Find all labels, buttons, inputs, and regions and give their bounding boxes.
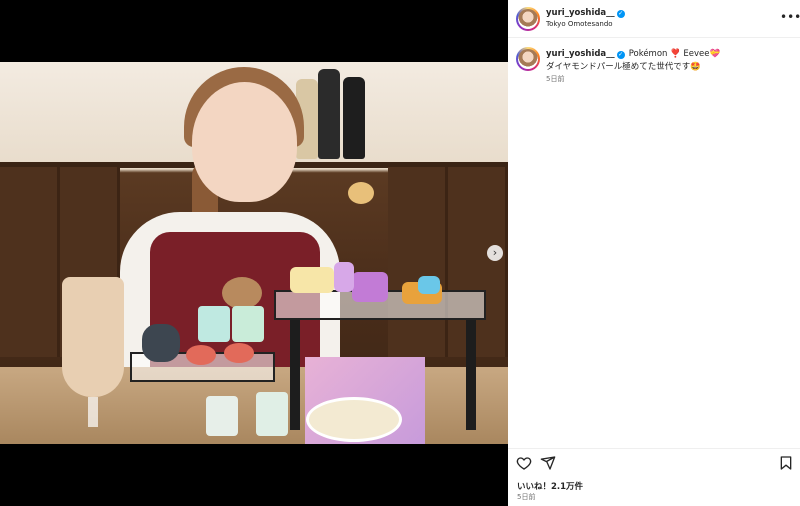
photo-macaron <box>348 182 374 204</box>
photo-wall-panel <box>448 167 508 357</box>
username-label: yuri_yoshida__ <box>546 8 615 18</box>
caption-tags: Pokémon ❣️ Eevee <box>628 49 710 59</box>
photo-cake <box>334 262 354 292</box>
caption-text: ダイヤモンドパール極めてた世代です <box>546 62 691 72</box>
photo-bottle <box>318 69 340 159</box>
photo-plate <box>306 397 402 442</box>
post-media: › <box>0 0 508 506</box>
photo-glass <box>232 306 264 342</box>
post-header: yuri_yoshida__ ✓ Tokyo Omotesando ••• <box>508 0 800 38</box>
photo-glass <box>198 306 230 342</box>
caption-timestamp[interactable]: 5日前 <box>546 74 564 84</box>
heart-icon[interactable] <box>516 455 532 471</box>
likes-count[interactable]: いいね！2.1万件 <box>517 480 583 492</box>
photo-stand-leg <box>290 320 300 430</box>
photo-tart <box>224 343 254 363</box>
photo-face <box>192 82 297 202</box>
photo-cake <box>290 267 334 293</box>
next-image-button[interactable]: › <box>487 245 503 261</box>
caption-username[interactable]: yuri_yoshida__ <box>546 49 615 59</box>
username-link[interactable]: yuri_yoshida__ ✓ <box>546 8 625 18</box>
post-details-panel: yuri_yoshida__ ✓ Tokyo Omotesando ••• yur… <box>508 0 800 506</box>
photo-cake <box>418 276 440 294</box>
photo-bear-print <box>222 277 262 309</box>
photo-tart <box>186 345 216 365</box>
photo-glass <box>206 396 238 436</box>
avatar[interactable] <box>516 7 540 31</box>
photo-milkshake-stem <box>88 397 98 427</box>
chevron-right-icon: › <box>492 246 498 259</box>
caption-avatar[interactable] <box>516 47 540 71</box>
bookmark-icon[interactable] <box>778 455 794 471</box>
share-icon[interactable] <box>540 455 556 471</box>
caption-header: yuri_yoshida__ ✓ Pokémon ❣️ Eevee💝 <box>546 49 720 59</box>
photo-glass <box>256 392 288 436</box>
photo-cake <box>352 272 388 302</box>
photo-wall-panel <box>388 167 448 357</box>
post-photo <box>0 62 508 444</box>
photo-stand-leg <box>466 320 476 430</box>
caption-emoji: 🤩 <box>690 62 701 72</box>
post-actions: いいね！2.1万件 5日前 <box>508 448 800 506</box>
post-timestamp[interactable]: 5日前 <box>517 492 535 502</box>
caption-body: ダイヤモンドパール極めてた世代です🤩 <box>546 60 701 72</box>
photo-dark-dessert <box>142 324 180 362</box>
photo-wall-panel <box>0 167 60 357</box>
photo-bottle <box>343 77 365 159</box>
verified-badge-icon: ✓ <box>616 51 625 59</box>
photo-milkshake <box>62 277 124 397</box>
location-link[interactable]: Tokyo Omotesando <box>546 20 613 28</box>
verified-badge-icon: ✓ <box>616 10 625 18</box>
caption-emoji: 💝 <box>709 49 721 59</box>
more-options-icon[interactable]: ••• <box>780 10 800 24</box>
